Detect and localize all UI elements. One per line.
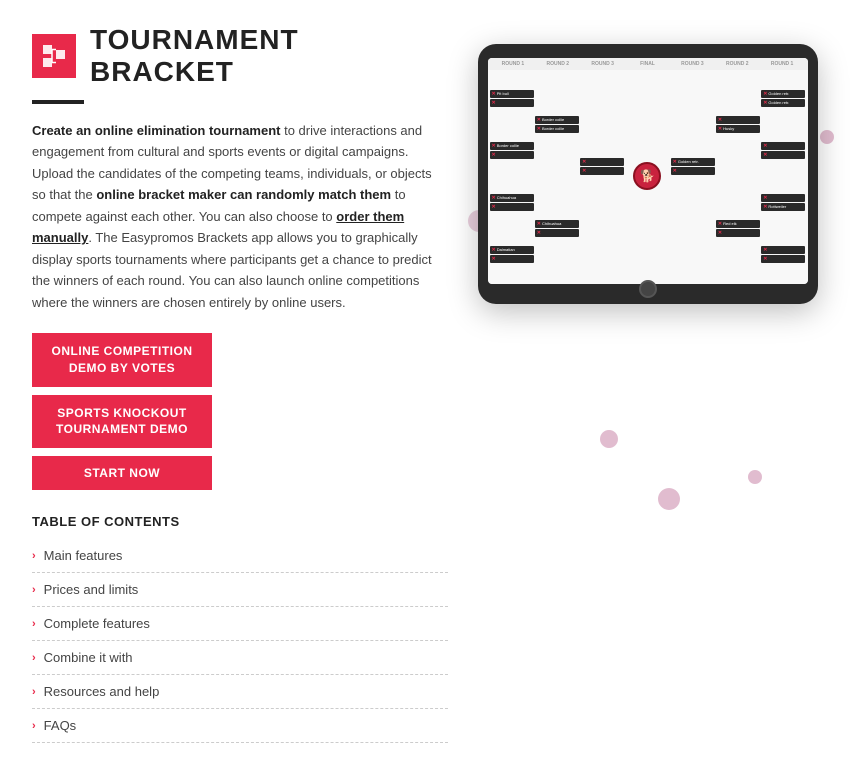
bracket-match: ✕ ✕	[761, 246, 805, 263]
bracket-team: ✕ Husky	[716, 125, 760, 133]
toc-label: Main features	[44, 548, 123, 563]
button-group: ONLINE COMPETITIONDEMO BY VOTES SPORTS K…	[32, 333, 448, 490]
toc-item-prices[interactable]: › Prices and limits	[32, 573, 448, 607]
bracket-team: ✕	[580, 167, 624, 175]
btn-knockout[interactable]: SPORTS KNOCKOUTTOURNAMENT DEMO	[32, 395, 212, 449]
tablet-screen: Round 1 Round 2 Round 3 Final Round 3 Ro…	[488, 58, 808, 284]
bracket-team: ✕	[761, 151, 805, 159]
bracket-team: ✕	[671, 167, 715, 175]
bracket-team: ✕ Dalmatian	[490, 246, 534, 254]
desc-bold-1: Create an online elimination tournament	[32, 123, 280, 138]
toc-item-faqs[interactable]: › FAQs	[32, 709, 448, 743]
chevron-icon: ›	[32, 584, 36, 596]
toc-label: Combine it with	[44, 650, 133, 665]
chevron-icon: ›	[32, 618, 36, 630]
chevron-icon: ›	[32, 550, 36, 562]
bracket-team: ✕ Rottweiler	[761, 203, 805, 211]
bracket-match: ✕ Pit bull ✕	[490, 90, 534, 107]
bracket-team: ✕	[580, 158, 624, 166]
bracket-match: ✕ Border collie ✕	[490, 142, 534, 159]
round-label: Round 1	[761, 61, 804, 67]
bracket-team: ✕	[761, 194, 805, 202]
toc-item-resources[interactable]: › Resources and help	[32, 675, 448, 709]
bracket-team: ✕ Border collie	[535, 116, 579, 124]
bracket-visualization: Round 1 Round 2 Round 3 Final Round 3 Ro…	[488, 58, 808, 284]
round-label: Final	[626, 61, 669, 67]
toc-item-combine[interactable]: › Combine it with	[32, 641, 448, 675]
bracket-match: ✕ Golden retr. ✕	[671, 158, 715, 175]
btn-start[interactable]: START NOW	[32, 456, 212, 490]
toc-label: Prices and limits	[44, 582, 139, 597]
page-title: TOURNAMENT BRACKET	[90, 24, 448, 88]
bracket-team: ✕	[490, 99, 534, 107]
page-header: TOURNAMENT BRACKET	[32, 24, 448, 88]
bracket-team: ✕	[535, 229, 579, 237]
toc-list: › Main features › Prices and limits › Co…	[32, 539, 448, 743]
bracket-header: Round 1 Round 2 Round 3 Final Round 3 Ro…	[488, 58, 808, 70]
bracket-match: ✕ ✕	[761, 142, 805, 159]
bracket-team: ✕ Golden retr.	[761, 90, 805, 98]
bracket-match: ✕ Chihuahua ✕	[490, 194, 534, 211]
desc-bold-2: online bracket maker can randomly match …	[96, 187, 391, 202]
description-text: Create an online elimination tournament …	[32, 120, 448, 313]
round-label: Round 3	[581, 61, 624, 67]
desc-text-3: . The Easypromos Brackets app allows you…	[32, 230, 432, 309]
bracket-team: ✕	[761, 246, 805, 254]
toc-title: TABLE OF CONTENTS	[32, 514, 448, 529]
bracket-match: ✕ Red elk ✕	[716, 220, 760, 237]
bracket-icon	[41, 43, 67, 69]
btn-votes[interactable]: ONLINE COMPETITIONDEMO BY VOTES	[32, 333, 212, 387]
tablet-home-button	[639, 280, 657, 298]
tablet-mockup: Round 1 Round 2 Round 3 Final Round 3 Ro…	[478, 44, 818, 304]
toc-section: TABLE OF CONTENTS › Main features › Pric…	[32, 514, 448, 743]
bracket-team: ✕ Red elk	[716, 220, 760, 228]
bracket-team: ✕	[490, 151, 534, 159]
trophy-icon: 🐕	[633, 162, 661, 190]
bracket-team: ✕ Golden retr.	[761, 99, 805, 107]
toc-label: Resources and help	[44, 684, 160, 699]
bracket-team: ✕ Chihuahua	[490, 194, 534, 202]
header-icon-box	[32, 34, 76, 78]
bracket-match: ✕ ✕ Rottweiler	[761, 194, 805, 211]
bracket-team: ✕	[490, 203, 534, 211]
bracket-team: ✕	[761, 255, 805, 263]
round-label: Round 2	[716, 61, 759, 67]
toc-item-main-features[interactable]: › Main features	[32, 539, 448, 573]
bracket-team: ✕	[716, 229, 760, 237]
bracket-team: ✕ Border collie	[535, 125, 579, 133]
bracket-match: ✕ ✕ Husky	[716, 116, 760, 133]
bracket-team: ✕ Pit bull	[490, 90, 534, 98]
bracket-match: ✕ ✕	[580, 158, 624, 175]
bracket-team: ✕ Golden retr.	[671, 158, 715, 166]
title-underline	[32, 100, 84, 104]
bracket-team: ✕ Chihuahua	[535, 220, 579, 228]
bracket-team: ✕	[490, 255, 534, 263]
toc-item-complete[interactable]: › Complete features	[32, 607, 448, 641]
toc-label: Complete features	[44, 616, 150, 631]
chevron-icon: ›	[32, 652, 36, 664]
round-label: Round 1	[492, 61, 535, 67]
toc-label: FAQs	[44, 718, 77, 733]
round-label: Round 3	[671, 61, 714, 67]
round-label: Round 2	[536, 61, 579, 67]
tablet-frame: Round 1 Round 2 Round 3 Final Round 3 Ro…	[478, 44, 818, 304]
bracket-team: ✕ Border collie	[490, 142, 534, 150]
bracket-match: ✕ Chihuahua ✕	[535, 220, 579, 237]
bracket-match: ✕ Border collie ✕ Border collie	[535, 116, 579, 133]
bracket-match: ✕ Golden retr. ✕ Golden retr.	[761, 90, 805, 107]
bracket-match: ✕ Dalmatian ✕	[490, 246, 534, 263]
bracket-team: ✕	[761, 142, 805, 150]
chevron-icon: ›	[32, 686, 36, 698]
bracket-team: ✕	[716, 116, 760, 124]
chevron-icon: ›	[32, 720, 36, 732]
